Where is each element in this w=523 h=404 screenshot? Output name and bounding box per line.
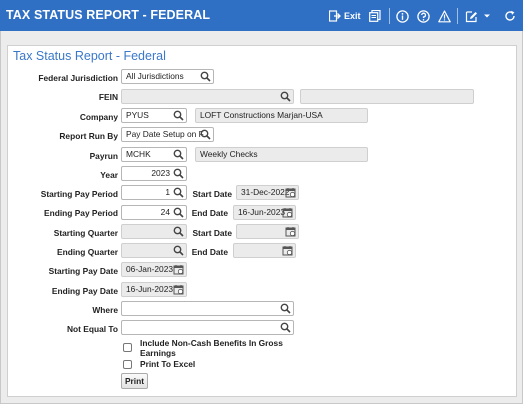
info-button[interactable] (396, 8, 409, 24)
search-icon[interactable] (280, 303, 291, 314)
ending-pay-date-field[interactable]: 16-Jun-2023 (121, 282, 187, 297)
year-value: 2023 (151, 168, 170, 178)
company-label: Company (79, 112, 118, 122)
help-button[interactable] (417, 8, 430, 24)
not-equal-to-label: Not Equal To (66, 324, 118, 334)
ending-pay-period-label: Ending Pay Period (44, 208, 118, 218)
edit-icon (465, 10, 477, 22)
starting-pay-date-value: 06-Jan-2023 (126, 264, 174, 274)
toolbar-separator (389, 8, 390, 24)
info-icon (396, 9, 409, 23)
ending-pay-period-field[interactable]: 24 (121, 205, 187, 220)
search-icon[interactable] (280, 91, 291, 102)
toolbar-separator (457, 8, 458, 24)
ending-pay-period-value: 24 (160, 207, 170, 217)
report-run-by-label: Report Run By (59, 131, 118, 141)
search-icon[interactable] (200, 129, 211, 140)
starting-pay-period-field[interactable]: 1 (121, 185, 187, 200)
search-icon[interactable] (173, 110, 184, 121)
company-value: PYUS (126, 110, 149, 120)
federal-jurisdiction-label: Federal Jurisdiction (38, 73, 118, 83)
payrun-value: MCHK (126, 149, 151, 159)
starting-quarter-label: Starting Quarter (53, 228, 118, 238)
search-icon[interactable] (173, 187, 184, 198)
fein-label: FEIN (98, 92, 118, 102)
search-icon[interactable] (173, 245, 184, 256)
quarter-start-date-field[interactable] (236, 224, 299, 239)
search-icon[interactable] (173, 149, 184, 160)
start-date-value: 31-Dec-2022 (241, 187, 290, 197)
report-run-by-field[interactable]: Pay Date Setup on F (121, 127, 214, 142)
ending-quarter-label: Ending Quarter (57, 247, 118, 257)
exit-label: Exit (344, 11, 361, 21)
edit-menu-button[interactable] (465, 8, 491, 24)
print-to-excel-label: Print To Excel (140, 359, 196, 369)
payrun-field[interactable]: MCHK (121, 147, 187, 162)
where-field[interactable] (121, 301, 294, 316)
ending-quarter-field[interactable] (121, 243, 187, 258)
start-date-field[interactable]: 31-Dec-2022 (236, 185, 299, 200)
search-icon[interactable] (173, 226, 184, 237)
exit-icon (329, 10, 341, 22)
calendar-icon[interactable] (282, 245, 293, 256)
refresh-icon (505, 10, 515, 21)
exit-button[interactable]: Exit (329, 8, 361, 24)
payrun-description: Weekly Checks (195, 147, 368, 162)
starting-quarter-field[interactable] (121, 224, 187, 239)
fein-description (300, 89, 474, 104)
end-date-label: End Date (191, 247, 228, 257)
company-description: LOFT Constructions Marjan-USA (195, 108, 368, 123)
starting-pay-date-label: Starting Pay Date (48, 266, 118, 276)
include-non-cash-label-line1: Include Non-Cash Benefits In Gross (140, 338, 283, 348)
company-description-value: LOFT Constructions Marjan-USA (200, 110, 323, 120)
end-date-field[interactable]: 16-Jun-2023 (233, 205, 296, 220)
starting-pay-period-label: Starting Pay Period (40, 189, 118, 199)
ending-pay-date-value: 16-Jun-2023 (126, 284, 174, 294)
refresh-button[interactable] (504, 8, 516, 24)
year-label: Year (100, 170, 118, 180)
start-date-label: Start Date (192, 189, 232, 199)
end-date-label: End Date (191, 208, 228, 218)
starting-pay-period-value: 1 (165, 187, 170, 197)
form-title: Tax Status Report - Federal (13, 49, 166, 63)
search-icon[interactable] (280, 322, 291, 333)
calendar-icon[interactable] (173, 264, 184, 275)
report-run-by-value: Pay Date Setup on F (126, 129, 204, 139)
search-icon[interactable] (173, 168, 184, 179)
window-title: TAX STATUS REPORT - FEDERAL (6, 8, 211, 22)
window-titlebar: TAX STATUS REPORT - FEDERAL Exit (0, 0, 523, 31)
ending-pay-date-label: Ending Pay Date (51, 286, 118, 296)
year-field[interactable]: 2023 (121, 166, 187, 181)
include-non-cash-checkbox[interactable] (123, 343, 132, 352)
search-icon[interactable] (173, 207, 184, 218)
federal-jurisdiction-value: All Jurisdictions (126, 71, 184, 81)
calendar-icon[interactable] (285, 226, 296, 237)
payrun-label: Payrun (89, 151, 118, 161)
help-icon (417, 9, 430, 23)
search-icon[interactable] (200, 71, 211, 82)
include-non-cash-label-line2: Earnings (140, 348, 176, 358)
federal-jurisdiction-field[interactable]: All Jurisdictions (121, 69, 214, 84)
company-field[interactable]: PYUS (121, 108, 187, 123)
where-label: Where (92, 305, 118, 315)
warning-button[interactable] (438, 8, 451, 24)
chevron-down-icon (484, 14, 490, 18)
calendar-icon[interactable] (282, 207, 293, 218)
quarter-end-date-field[interactable] (233, 243, 296, 258)
calendar-icon[interactable] (173, 284, 184, 295)
copy-button[interactable] (369, 8, 381, 24)
not-equal-to-field[interactable] (121, 320, 294, 335)
start-date-label: Start Date (192, 228, 232, 238)
end-date-value: 16-Jun-2023 (238, 207, 286, 217)
calendar-icon[interactable] (285, 187, 296, 198)
print-button[interactable]: Print (121, 373, 148, 389)
warning-icon (438, 9, 451, 22)
payrun-description-value: Weekly Checks (200, 149, 258, 159)
copy-icon (369, 10, 381, 22)
fein-field[interactable] (121, 89, 294, 104)
print-to-excel-checkbox[interactable] (123, 360, 132, 369)
starting-pay-date-field[interactable]: 06-Jan-2023 (121, 262, 187, 277)
